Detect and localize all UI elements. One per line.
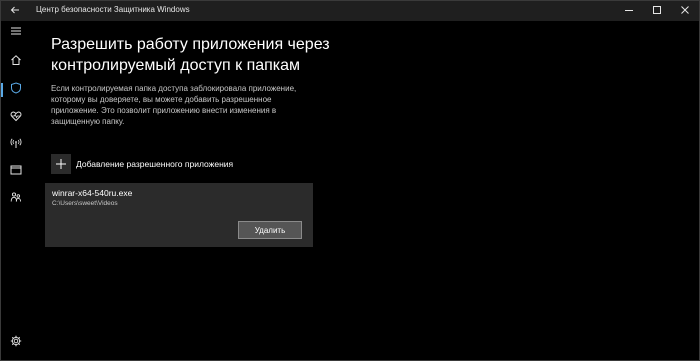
- active-indicator: [1, 83, 3, 97]
- gear-icon: [10, 334, 22, 352]
- sidebar-item-home[interactable]: [1, 51, 31, 73]
- app-name: winrar-x64-540ru.exe: [52, 188, 133, 198]
- sidebar-item-firewall[interactable]: [1, 134, 31, 156]
- sidebar-item-family[interactable]: [1, 188, 31, 210]
- minimize-icon: [624, 2, 634, 20]
- sidebar: [1, 21, 31, 360]
- family-icon: [10, 190, 22, 208]
- maximize-button[interactable]: [643, 1, 671, 21]
- wireless-antenna-icon: [10, 136, 22, 154]
- window-controls: [615, 1, 699, 21]
- add-allowed-app-button[interactable]: Добавление разрешенного приложения: [51, 153, 233, 175]
- home-icon: [10, 53, 22, 71]
- browser-window-icon: [10, 163, 22, 181]
- plus-icon: [51, 154, 71, 174]
- sidebar-item-virus-protection[interactable]: [1, 79, 31, 101]
- page-description: Если контролируемая папка доступа заблок…: [51, 84, 297, 126]
- minimize-button[interactable]: [615, 1, 643, 21]
- window-title: Центр безопасности Защитника Windows: [36, 5, 190, 14]
- app-window: Центр безопасности Защитника Windows Раз…: [0, 0, 700, 361]
- close-button[interactable]: [671, 1, 699, 21]
- remove-button[interactable]: Удалить: [238, 221, 302, 239]
- heart-icon: [10, 109, 22, 127]
- close-icon: [680, 2, 690, 20]
- back-button[interactable]: [1, 1, 29, 21]
- app-path: C:\Users\sweet\Videos: [52, 200, 118, 207]
- title-bar: Центр безопасности Защитника Windows: [1, 1, 699, 21]
- sidebar-item-app-browser[interactable]: [1, 161, 31, 183]
- shield-icon: [10, 81, 22, 99]
- add-allowed-app-label: Добавление разрешенного приложения: [76, 159, 234, 169]
- maximize-icon: [652, 2, 662, 20]
- sidebar-item-device-health[interactable]: [1, 107, 31, 129]
- sidebar-item-settings[interactable]: [1, 332, 31, 354]
- page-title: Разрешить работу приложения через контро…: [51, 36, 330, 74]
- menu-button[interactable]: [1, 21, 31, 43]
- back-arrow-icon: [10, 2, 20, 20]
- hamburger-menu-icon: [10, 23, 22, 41]
- allowed-app-item[interactable]: winrar-x64-540ru.exe C:\Users\sweet\Vide…: [45, 183, 313, 247]
